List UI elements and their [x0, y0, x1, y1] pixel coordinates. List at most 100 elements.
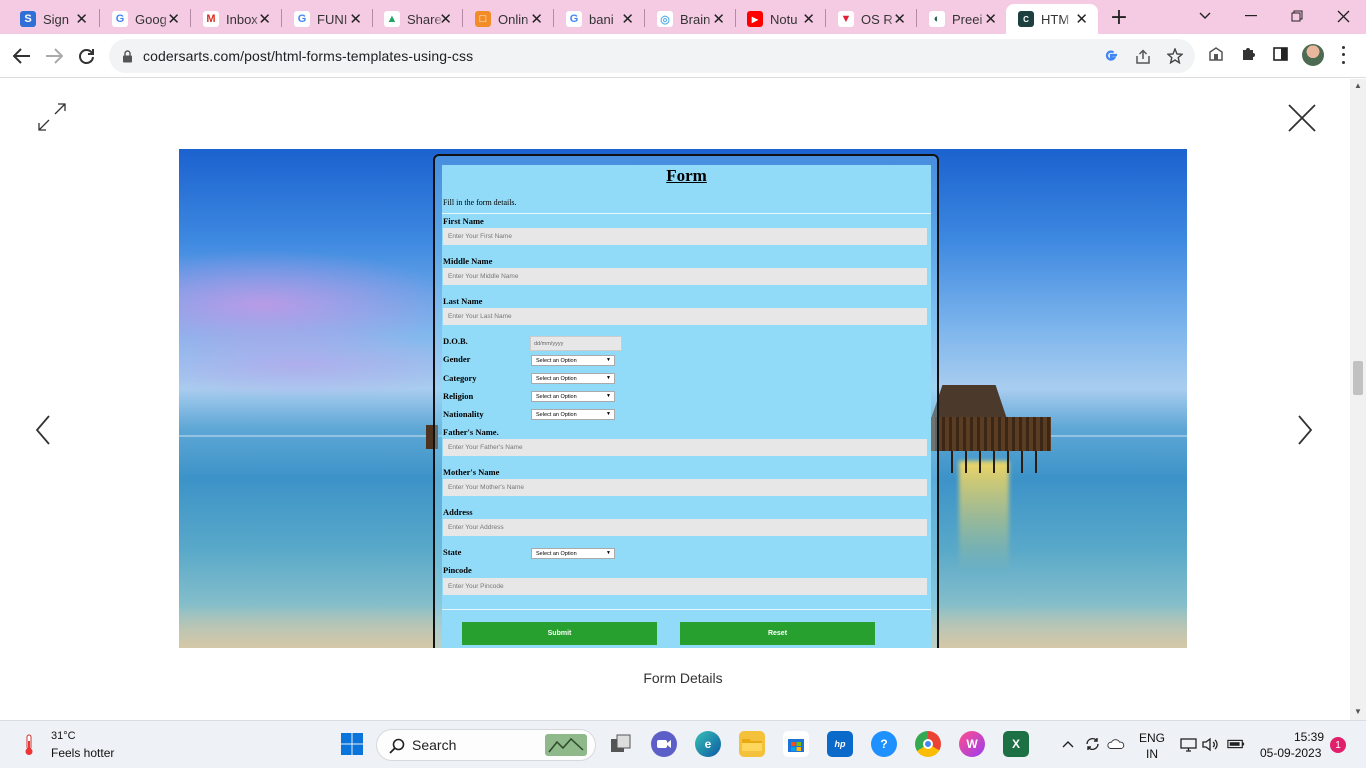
- father-name-input[interactable]: Enter Your Father's Name: [443, 439, 927, 456]
- dropdown-caret-icon: ▼: [606, 375, 611, 381]
- close-tab-icon[interactable]: ✕: [258, 10, 271, 28]
- file-explorer-icon[interactable]: [739, 731, 765, 757]
- tab-htm-active[interactable]: C HTM ✕: [1006, 4, 1098, 34]
- wps-office-icon[interactable]: W: [959, 731, 985, 757]
- father-name-label: Father's Name.: [443, 427, 499, 437]
- new-tab-button[interactable]: +: [1109, 5, 1129, 30]
- scroll-down-icon[interactable]: ▼: [1354, 707, 1362, 716]
- side-panel-icon[interactable]: [1271, 44, 1289, 64]
- display-icon[interactable]: [1179, 735, 1197, 753]
- notification-badge[interactable]: 1: [1330, 737, 1346, 753]
- close-tab-icon[interactable]: ✕: [349, 10, 362, 28]
- scroll-thumb[interactable]: [1353, 361, 1363, 395]
- forward-icon[interactable]: [42, 44, 66, 68]
- tab-bani[interactable]: G bani ✕: [546, 4, 644, 34]
- extension-save-icon[interactable]: [1207, 44, 1225, 64]
- middle-name-input[interactable]: Enter Your Middle Name: [443, 268, 927, 285]
- tab-search-icon[interactable]: [1193, 4, 1217, 28]
- lock-icon[interactable]: [122, 49, 133, 63]
- mother-name-input[interactable]: Enter Your Mother's Name: [443, 479, 927, 496]
- volume-icon[interactable]: [1202, 735, 1220, 753]
- search-icon: [389, 738, 405, 754]
- close-tab-icon[interactable]: ✕: [530, 10, 543, 28]
- close-tab-icon[interactable]: ✕: [1075, 10, 1088, 28]
- task-view-icon[interactable]: [608, 731, 634, 757]
- help-icon[interactable]: ?: [871, 731, 897, 757]
- weather-temperature[interactable]: 31°C: [51, 730, 76, 742]
- restore-icon[interactable]: [1285, 4, 1309, 28]
- gender-select[interactable]: Select an Option ▼: [531, 355, 615, 366]
- close-viewer-icon[interactable]: [1284, 100, 1320, 136]
- first-name-label: First Name: [443, 216, 484, 226]
- tab-os[interactable]: ▼ OS R ✕: [818, 4, 916, 34]
- close-tab-icon[interactable]: ✕: [984, 10, 997, 28]
- language-indicator[interactable]: ENG IN: [1139, 730, 1165, 762]
- pincode-input[interactable]: Enter Your Pincode: [443, 578, 927, 595]
- clock-time[interactable]: 15:39: [1283, 730, 1335, 744]
- sync-icon[interactable]: [1083, 735, 1101, 753]
- brainly-icon: ◎: [657, 11, 673, 27]
- submit-button[interactable]: Submit: [462, 622, 657, 645]
- next-arrow-icon[interactable]: [1292, 412, 1318, 448]
- religion-select[interactable]: Select an Option ▼: [531, 391, 615, 402]
- tab-google[interactable]: G Goog ✕: [92, 4, 190, 34]
- reload-icon[interactable]: [74, 44, 98, 68]
- address-bar[interactable]: codersarts.com/post/html-forms-templates…: [109, 39, 1195, 73]
- thermometer-icon[interactable]: [24, 734, 34, 756]
- url-text[interactable]: codersarts.com/post/html-forms-templates…: [143, 48, 473, 64]
- first-name-input[interactable]: Enter Your First Name: [443, 228, 927, 245]
- share-icon[interactable]: [1134, 47, 1152, 65]
- last-name-input[interactable]: Enter Your Last Name: [443, 308, 927, 325]
- show-hidden-icons-icon[interactable]: [1059, 735, 1077, 753]
- tab-sign[interactable]: S Sign ✕: [0, 4, 98, 34]
- reset-button[interactable]: Reset: [680, 622, 875, 645]
- back-icon[interactable]: [10, 44, 34, 68]
- chrome-icon[interactable]: [915, 731, 941, 757]
- tab-funi[interactable]: G FUNI ✕: [274, 4, 372, 34]
- window-close-icon[interactable]: [1331, 4, 1355, 28]
- windows-start-icon[interactable]: [339, 731, 365, 757]
- tab-preei[interactable]: ◐ Preei ✕: [909, 4, 1007, 34]
- edge-browser-icon[interactable]: e: [695, 731, 721, 757]
- browser-menu-icon[interactable]: [1340, 44, 1346, 66]
- address-input[interactable]: Enter Your Address: [443, 519, 927, 536]
- scroll-up-icon[interactable]: ▲: [1354, 81, 1362, 90]
- close-tab-icon[interactable]: ✕: [439, 10, 452, 28]
- page-scrollbar[interactable]: ▲ ▼: [1350, 79, 1366, 720]
- teams-chat-icon[interactable]: [651, 731, 677, 757]
- bookmark-star-icon[interactable]: [1166, 47, 1184, 65]
- myhp-icon[interactable]: hp: [827, 731, 853, 757]
- water-villa-stilts: [937, 451, 1047, 473]
- dob-date-input[interactable]: dd/mm/yyyy: [530, 336, 622, 351]
- minimize-icon[interactable]: [1239, 4, 1263, 28]
- testbook-icon: ▼: [838, 11, 854, 27]
- clock-date[interactable]: 05-09-2023: [1260, 746, 1321, 760]
- onedrive-cloud-icon[interactable]: [1107, 735, 1125, 753]
- close-tab-icon[interactable]: ✕: [893, 10, 906, 28]
- nationality-select-value: Select an Option: [536, 411, 577, 418]
- profile-avatar[interactable]: [1302, 44, 1324, 66]
- close-tab-icon[interactable]: ✕: [75, 10, 88, 28]
- category-select[interactable]: Select an Option ▼: [531, 373, 615, 384]
- tab-inbox[interactable]: M Inbox ✕: [183, 4, 281, 34]
- close-tab-icon[interactable]: ✕: [712, 10, 725, 28]
- search-label: Search: [412, 737, 457, 753]
- previous-arrow-icon[interactable]: [30, 412, 56, 448]
- microsoft-store-icon[interactable]: [783, 731, 809, 757]
- battery-icon[interactable]: [1227, 735, 1245, 753]
- google-lens-icon[interactable]: [1102, 47, 1120, 65]
- close-tab-icon[interactable]: ✕: [802, 10, 815, 28]
- tab-online[interactable]: □ Onlin ✕: [455, 4, 553, 34]
- tab-notu[interactable]: ▶ Notu ✕: [727, 4, 825, 34]
- expand-icon[interactable]: [36, 101, 68, 133]
- tab-brain[interactable]: ◎ Brain ✕: [637, 4, 735, 34]
- close-tab-icon[interactable]: ✕: [167, 10, 180, 28]
- close-tab-icon[interactable]: ✕: [621, 10, 634, 28]
- excel-icon[interactable]: X: [1003, 731, 1029, 757]
- state-select[interactable]: Select an Option ▼: [531, 548, 615, 559]
- extensions-puzzle-icon[interactable]: [1239, 44, 1257, 64]
- weather-description[interactable]: Feels hotter: [51, 746, 114, 760]
- nationality-select[interactable]: Select an Option ▼: [531, 409, 615, 420]
- taskbar-search[interactable]: Search: [376, 729, 596, 761]
- tab-share[interactable]: ▲ Share ✕: [364, 4, 462, 34]
